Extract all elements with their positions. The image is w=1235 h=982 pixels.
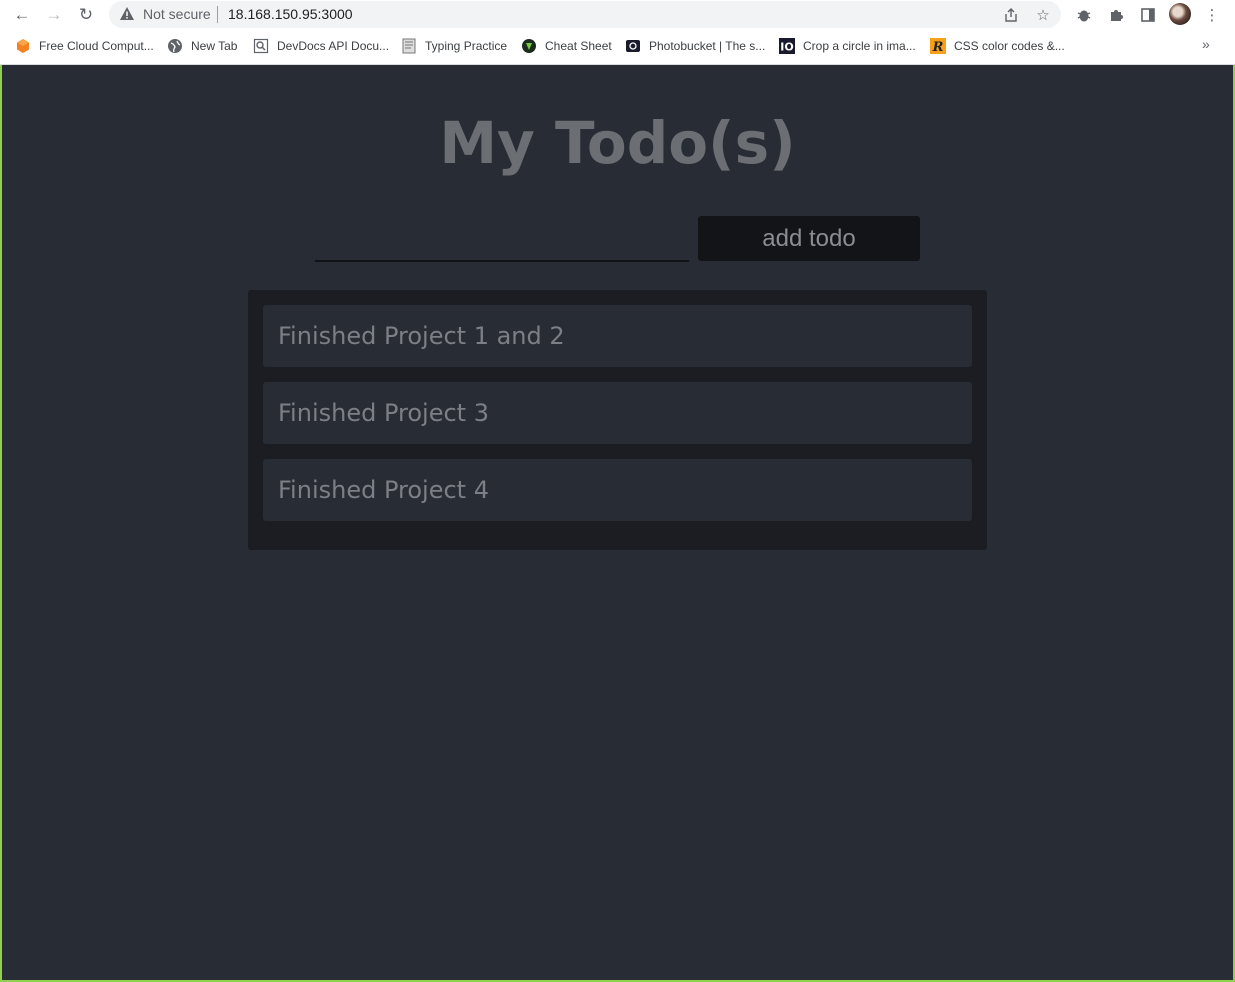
bookmark-item[interactable]: New Tab xyxy=(167,36,237,56)
bookmark-label: New Tab xyxy=(191,39,238,53)
side-panel-icon[interactable] xyxy=(1137,4,1159,26)
omnibox-divider xyxy=(217,6,218,23)
security-label[interactable]: Not secure xyxy=(143,6,211,22)
menu-dots-icon[interactable]: ⋮ xyxy=(1201,4,1223,26)
aws-icon xyxy=(15,38,31,54)
bookmark-label: CSS color codes &... xyxy=(954,39,1065,53)
bookmarks-bar: Free Cloud Comput... New Tab DevDocs API… xyxy=(0,34,1235,58)
io-icon: IO xyxy=(779,38,795,54)
bookmark-item[interactable]: Cheat Sheet xyxy=(521,36,612,56)
back-icon[interactable]: ← xyxy=(9,2,35,28)
todo-item[interactable]: Finished Project 4 xyxy=(263,459,972,521)
bookmark-label: Typing Practice xyxy=(425,39,508,53)
todo-item[interactable]: Finished Project 3 xyxy=(263,382,972,444)
address-bar[interactable]: Not secure 18.168.150.95:3000 ☆ xyxy=(109,1,1061,28)
bookmark-label: Photobucket | The s... xyxy=(649,39,766,53)
camera-icon xyxy=(625,38,641,54)
bookmark-label: DevDocs API Docu... xyxy=(277,39,390,53)
browser-chrome: ← → ↻ Not secure 18.168.150.95:3000 ☆ ⋮ … xyxy=(0,0,1235,65)
forward-icon[interactable]: → xyxy=(41,2,67,28)
todo-list: Finished Project 1 and 2 Finished Projec… xyxy=(248,290,987,550)
browser-toolbar: ← → ↻ Not secure 18.168.150.95:3000 ☆ ⋮ xyxy=(0,0,1235,30)
bookmark-item[interactable]: Free Cloud Comput... xyxy=(15,36,154,56)
bookmark-item[interactable]: R CSS color codes &... xyxy=(930,36,1065,56)
typing-icon xyxy=(401,38,417,54)
more-bookmarks-icon[interactable]: » xyxy=(1202,36,1210,52)
globe-icon xyxy=(167,38,183,54)
bookmark-label: Crop a circle in ima... xyxy=(803,39,916,53)
bookmark-label: Cheat Sheet xyxy=(545,39,612,53)
warning-icon[interactable] xyxy=(119,6,135,22)
svg-text:R: R xyxy=(932,40,944,54)
svg-text:IO: IO xyxy=(780,41,793,54)
add-todo-button[interactable]: add todo xyxy=(698,216,920,261)
share-icon[interactable] xyxy=(1001,5,1021,25)
cheatsheet-icon xyxy=(521,38,537,54)
devdocs-icon xyxy=(253,38,269,54)
url-text[interactable]: 18.168.150.95:3000 xyxy=(228,6,353,22)
bookmark-item[interactable]: IO Crop a circle in ima... xyxy=(779,36,916,56)
bookmark-item[interactable]: DevDocs API Docu... xyxy=(253,36,389,56)
bookmark-star-icon[interactable]: ☆ xyxy=(1033,5,1053,25)
r-icon: R xyxy=(930,38,946,54)
todo-input[interactable] xyxy=(315,215,689,262)
bookmark-item[interactable]: Typing Practice xyxy=(401,36,507,56)
extensions-puzzle-icon[interactable] xyxy=(1105,4,1127,26)
bookmark-label: Free Cloud Comput... xyxy=(39,39,154,53)
reload-icon[interactable]: ↻ xyxy=(73,2,99,28)
profile-avatar[interactable] xyxy=(1169,3,1191,25)
page-title: My Todo(s) xyxy=(439,109,796,177)
todo-item[interactable]: Finished Project 1 and 2 xyxy=(263,305,972,367)
page-viewport: My Todo(s) add todo Finished Project 1 a… xyxy=(2,65,1233,980)
bookmark-item[interactable]: Photobucket | The s... xyxy=(625,36,765,56)
bug-extension-icon[interactable] xyxy=(1073,4,1095,26)
